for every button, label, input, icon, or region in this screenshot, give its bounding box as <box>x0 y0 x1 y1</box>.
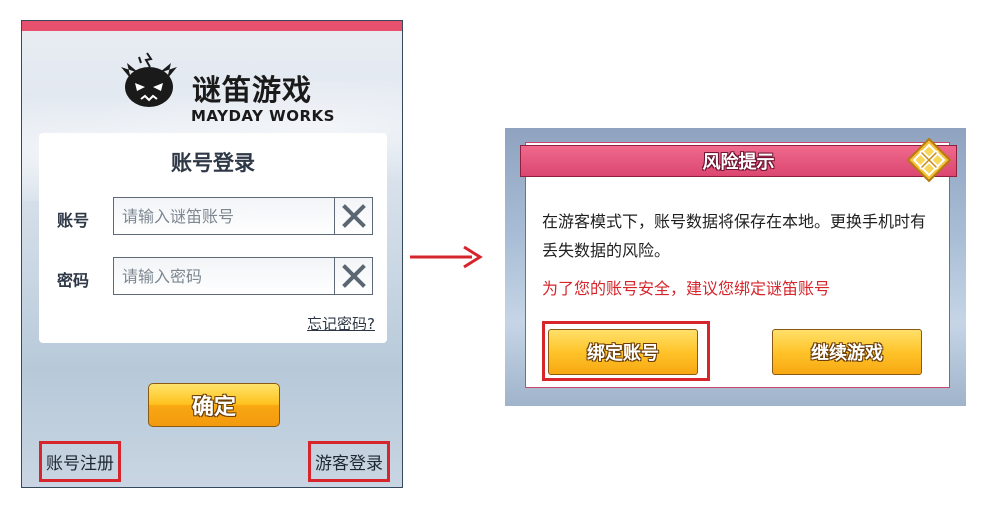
login-card: 账号登录 账号 密码 忘记密码? <box>39 133 387 343</box>
password-label: 密码 <box>57 271 90 290</box>
password-input[interactable] <box>114 258 332 294</box>
password-clear-button[interactable] <box>334 258 372 294</box>
account-label: 账号 <box>57 211 90 230</box>
account-input[interactable] <box>114 198 332 234</box>
login-title: 账号登录 <box>171 151 255 175</box>
bind-button-highlight <box>542 321 710 381</box>
confirm-button[interactable]: 确定 <box>148 383 280 427</box>
account-clear-button[interactable] <box>334 198 372 234</box>
logo-chinese-name: 谜笛游戏 <box>192 73 313 107</box>
close-diamond-icon[interactable] <box>906 137 952 183</box>
login-panel: 谜笛游戏 MAYDAY WORKS 账号登录 账号 密码 忘记密码? 确定 账号… <box>21 20 403 488</box>
account-field <box>113 197 373 235</box>
clear-x-icon <box>341 264 366 288</box>
dialog-warning: 为了您的账号安全，建议您绑定谜笛账号 <box>542 279 831 298</box>
dialog-message: 在游客模式下，账号数据将保存在本地。更换手机时有丢失数据的风险。 <box>542 212 927 260</box>
dialog-title: 风险提示 <box>520 145 957 177</box>
clear-x-icon <box>341 204 366 228</box>
mascot-logo-icon <box>121 52 177 107</box>
password-field <box>113 257 373 295</box>
continue-game-button[interactable]: 继续游戏 <box>772 329 922 375</box>
logo-english-name: MAYDAY WORKS <box>191 107 335 125</box>
guest-login-link[interactable]: 游客登录 <box>308 441 390 482</box>
forgot-password-link[interactable]: 忘记密码? <box>307 313 375 334</box>
register-link[interactable]: 账号注册 <box>39 441 121 482</box>
top-accent-bar <box>22 21 402 31</box>
arrow-right-icon <box>410 245 483 269</box>
mayday-works-logo: 谜笛游戏 MAYDAY WORKS <box>107 37 337 137</box>
dialog-scene: 风险提示 在游客模式下，账号数据将保存在本地。更换手机时有丢失数据的风险。 为了… <box>505 128 966 406</box>
